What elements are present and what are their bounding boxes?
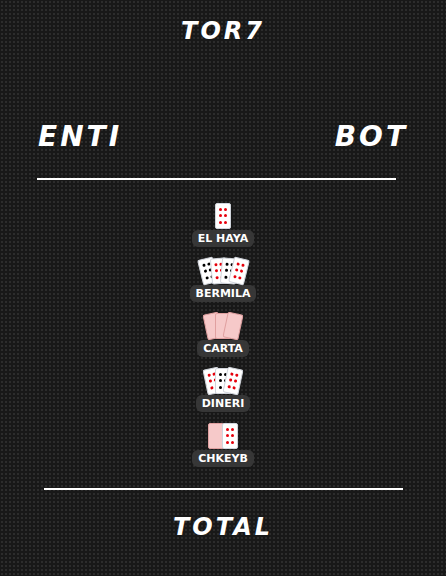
top-divider bbox=[37, 178, 396, 180]
category-row: CHKEYB bbox=[192, 422, 254, 467]
faces-cards-icon bbox=[196, 367, 250, 397]
category-label: BERMILA bbox=[190, 285, 257, 302]
player-name: ENTI bbox=[38, 122, 122, 152]
card-face-icon bbox=[222, 423, 238, 449]
pair-cards-icon bbox=[196, 422, 250, 452]
backs-cards-icon bbox=[196, 312, 250, 342]
player-name: BOT bbox=[335, 122, 408, 152]
round-title: TOR7 bbox=[0, 0, 446, 44]
category-label: CARTA bbox=[197, 340, 249, 357]
category-row: DINERI bbox=[196, 367, 251, 412]
total-label: TOTAL bbox=[0, 514, 446, 540]
score-board: TOR7 ENTI BOT EL HAYA BERMILA CARTA DINERI CHKE… bbox=[0, 0, 446, 576]
card-face-icon bbox=[215, 203, 231, 229]
players-row: ENTI BOT bbox=[0, 122, 446, 152]
fan-cards-icon bbox=[196, 257, 250, 287]
category-label: CHKEYB bbox=[192, 450, 254, 467]
category-list: EL HAYA BERMILA CARTA DINERI CHKEYB bbox=[0, 202, 446, 488]
category-row: BERMILA bbox=[190, 257, 257, 302]
bottom-divider bbox=[44, 488, 403, 490]
single-cards-icon bbox=[196, 202, 250, 232]
category-row: CARTA bbox=[196, 312, 250, 357]
category-label: DINERI bbox=[196, 395, 251, 412]
category-label: EL HAYA bbox=[192, 230, 254, 247]
category-row: EL HAYA bbox=[192, 202, 254, 247]
